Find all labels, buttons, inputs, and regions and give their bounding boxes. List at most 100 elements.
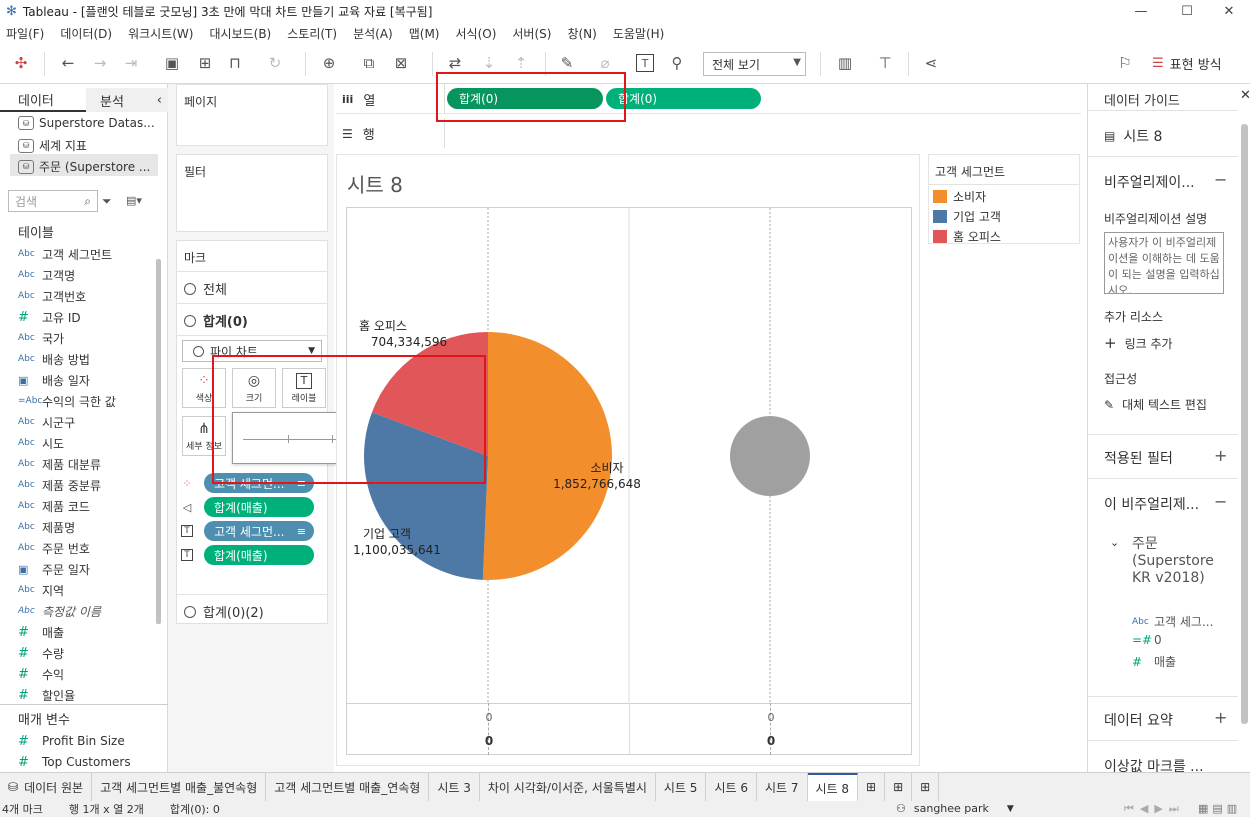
viz-description-input[interactable]: 사용자가 이 비주얼리제이션을 이해하는 데 도움이 되는 설명을 입력하십시오… — [1104, 232, 1224, 294]
edit-alt-text-button[interactable]: ✎ 대체 텍스트 편집 — [1104, 396, 1207, 413]
save-icon[interactable]: ▣ — [161, 52, 183, 74]
field-item[interactable]: =Abc 수익의 극한 값 — [18, 391, 116, 411]
show-cards-icon[interactable]: ▥ — [834, 52, 856, 74]
view-layout-icons[interactable]: ▦▤▥ — [1198, 802, 1241, 815]
menu-item[interactable]: 데이터(D) — [60, 25, 112, 42]
field-item[interactable]: # 매출 — [18, 622, 64, 642]
field-item[interactable]: Abc 고객명 — [18, 265, 75, 285]
group-icon[interactable]: ⌀ — [594, 52, 616, 74]
menu-item[interactable]: 스토리(T) — [287, 25, 337, 42]
field-item[interactable]: Abc 고객 세그먼트 — [18, 244, 112, 264]
chevron-down-icon[interactable]: ⌄ — [1110, 536, 1119, 549]
menu-item[interactable]: 워크시트(W) — [128, 25, 193, 42]
this-viz-title[interactable]: 이 비주얼리제... — [1104, 494, 1199, 514]
menu-item[interactable]: 창(N) — [567, 25, 596, 42]
tableau-home-icon[interactable]: ✣ — [10, 52, 32, 74]
close-icon[interactable]: ✕ — [1240, 88, 1250, 103]
field-item[interactable]: Abc 지역 — [18, 580, 64, 600]
show-me-button[interactable]: ☰ 표현 방식 — [1152, 54, 1222, 73]
menu-item[interactable]: 서버(S) — [512, 25, 551, 42]
data-summary-title[interactable]: 데이터 요약 — [1104, 710, 1173, 730]
view-select[interactable]: 전체 보기 ▼ — [703, 52, 806, 76]
field-item[interactable]: Abc 배송 방법 — [18, 349, 90, 369]
viz-section-title[interactable]: 비주얼리제이... — [1104, 172, 1195, 192]
sheet-tab[interactable]: ⛁ 데이터 원본 — [0, 772, 93, 802]
field-list-scrollbar[interactable] — [156, 259, 161, 624]
marks-sum0-row[interactable]: 합계(0) — [184, 311, 248, 330]
pages-card[interactable]: 페이지 — [176, 84, 328, 146]
applied-filters-title[interactable]: 적용된 필터 — [1104, 448, 1173, 468]
field-item[interactable]: Abc 시도 — [18, 433, 64, 453]
field-item[interactable]: # 할인율 — [18, 685, 75, 705]
guide-scrollbar[interactable] — [1241, 124, 1248, 724]
duplicate-sheet-icon[interactable]: ⧉ — [358, 52, 380, 74]
sheet-nav-icons[interactable]: ⏮◀▶⏭ — [1124, 802, 1185, 816]
datasource-item[interactable]: ⛁ 주문 (Superstore ... — [18, 158, 150, 175]
sheet-tab[interactable]: 시트 7 — [757, 772, 808, 802]
field-item[interactable]: Abc 국가 — [18, 328, 64, 348]
parameter-item[interactable]: # Top Customers — [18, 752, 131, 772]
parameter-item[interactable]: # Profit Bin Size — [18, 731, 125, 751]
new-datasource-icon[interactable]: ⊞ — [194, 52, 216, 74]
tab-analysis[interactable]: 분석 ‹ — [86, 88, 168, 112]
expand-plus-icon[interactable]: + — [1214, 446, 1227, 465]
marks-pill[interactable]: 합계(매출) — [204, 497, 314, 517]
sheet-tab[interactable]: 차이 시각화/이서준, 서울특별시 — [480, 772, 656, 802]
share-icon[interactable]: ⋖ — [920, 52, 942, 74]
marks-sum02-card[interactable]: 합계(0)(2) — [176, 594, 328, 624]
rows-shelf[interactable]: ☰ 행 — [336, 118, 1081, 148]
field-item[interactable]: Abc 주문 번호 — [18, 538, 90, 558]
sort-ascending-icon[interactable]: ⇣ — [478, 52, 500, 74]
minimize-icon[interactable]: — — [1118, 0, 1164, 22]
sheet-tab[interactable]: 시트 3 — [429, 772, 480, 802]
field-item[interactable]: Abc 시군구 — [18, 412, 75, 432]
clear-sheet-icon[interactable]: ⊠ — [390, 52, 412, 74]
field-item[interactable]: ▣ 주문 일자 — [18, 559, 90, 579]
datasource-item[interactable]: ⛁ 세계 지표 — [18, 137, 87, 154]
second-pie[interactable] — [730, 416, 810, 496]
add-link-button[interactable]: + 링크 추가 — [1104, 334, 1173, 352]
replay-icon[interactable]: ⇥ — [120, 52, 142, 74]
fix-axes-icon[interactable]: ⚲ — [666, 52, 688, 74]
field-item[interactable]: Abc 제품 코드 — [18, 496, 90, 516]
pause-update-icon[interactable]: ⊓ — [224, 52, 246, 74]
new-dashboard-icon[interactable]: ⊞ — [885, 772, 913, 802]
filter-icon[interactable]: ⏷ — [102, 194, 112, 209]
new-worksheet-icon[interactable]: ⊕ — [318, 52, 340, 74]
close-icon[interactable]: ✕ — [1206, 0, 1250, 22]
legend-item[interactable]: 소비자 — [933, 188, 986, 205]
filters-card[interactable]: 필터 — [176, 154, 328, 232]
marks-all-row[interactable]: 전체 — [184, 279, 227, 298]
pin-icon[interactable]: ⚐ — [1114, 52, 1136, 74]
field-item[interactable]: Abc 제품 중분류 — [18, 475, 101, 495]
field-item[interactable]: # 수익 — [18, 664, 64, 684]
marks-pill[interactable]: 합계(매출) — [204, 545, 314, 565]
undo-icon[interactable]: ← — [57, 52, 79, 74]
swap-icon[interactable]: ⇄ — [444, 52, 466, 74]
presentation-icon[interactable]: ⊤ — [874, 52, 896, 74]
legend-item[interactable]: 기업 고객 — [933, 208, 1001, 225]
show-labels-icon[interactable]: T — [636, 54, 654, 72]
sheet-tab[interactable]: 고객 세그먼트별 매출_연속형 — [266, 772, 430, 802]
collapse-icon[interactable]: ‹ — [157, 93, 162, 108]
refresh-icon[interactable]: ↻ — [264, 52, 286, 74]
legend-item[interactable]: 홈 오피스 — [933, 228, 1001, 245]
redo-icon[interactable]: → — [89, 52, 111, 74]
field-item[interactable]: Abc 고객번호 — [18, 286, 86, 306]
menu-item[interactable]: 대시보드(B) — [209, 25, 271, 42]
sort-descending-icon[interactable]: ⇡ — [510, 52, 532, 74]
new-worksheet-icon[interactable]: ⊞ — [858, 772, 886, 802]
marks-pill[interactable]: 고객 세그먼... ≡ — [204, 521, 314, 541]
sheet-tab[interactable]: 시트 5 — [656, 772, 707, 802]
marks-sum02-row[interactable]: 합계(0)(2) — [184, 602, 264, 621]
view-options-icon[interactable]: ▤▾ — [126, 194, 142, 207]
menu-item[interactable]: 분석(A) — [353, 25, 393, 42]
menu-item[interactable]: 서식(O) — [456, 25, 497, 42]
column-pill-2[interactable]: 합계(0) — [606, 88, 761, 109]
field-item[interactable]: # 고유 ID — [18, 307, 81, 327]
collapse-minus-icon[interactable]: − — [1214, 170, 1227, 189]
user-menu[interactable]: ⚇ sanghee park ▼ — [896, 802, 1014, 815]
datasource-item[interactable]: ⛁ Superstore Datas... — [18, 116, 155, 130]
menu-item[interactable]: 도움말(H) — [613, 25, 665, 42]
tab-data[interactable]: 데이터 — [0, 88, 86, 112]
